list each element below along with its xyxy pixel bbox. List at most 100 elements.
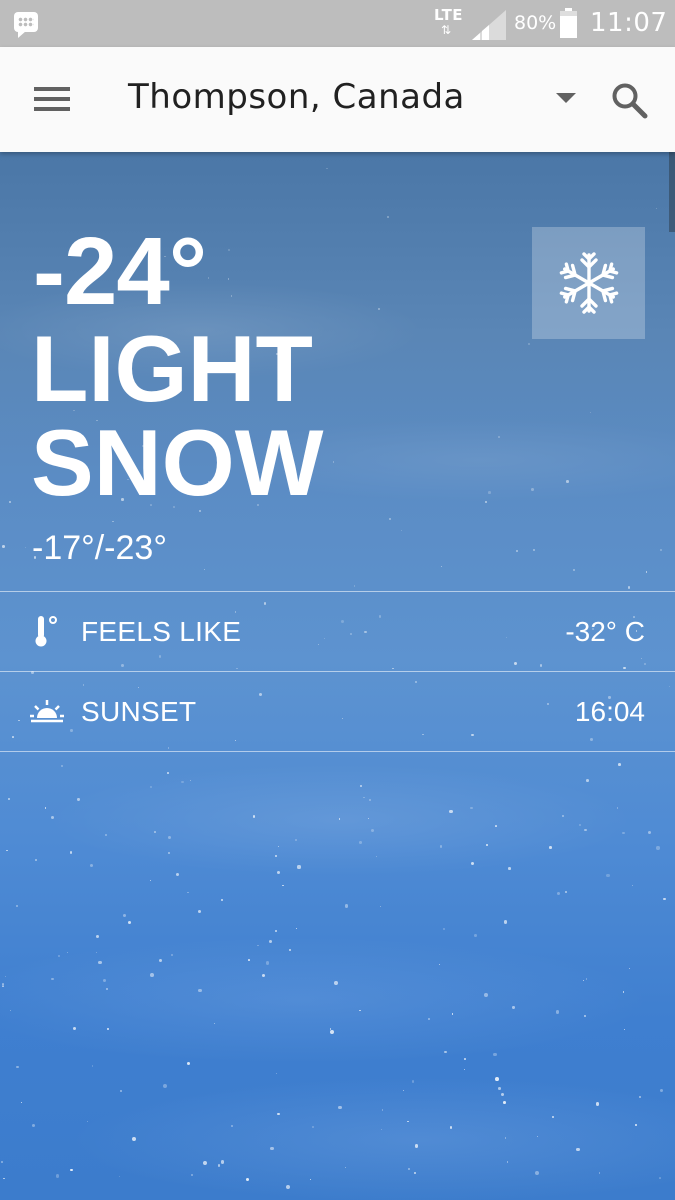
snow-sparkle (584, 1015, 587, 1018)
snow-sparkle (277, 871, 281, 875)
snow-sparkle (227, 248, 230, 251)
network-type: LTE (434, 6, 464, 24)
snow-sparkle (616, 807, 619, 809)
snow-sparkle (451, 1013, 453, 1015)
high-low-temperature: -17°/-23° (32, 529, 167, 567)
snow-sparkle (5, 975, 7, 977)
snow-sparkle (621, 831, 625, 835)
snow-sparkle (536, 1135, 538, 1137)
feels-like-value: -32° C (565, 616, 645, 647)
snow-sparkle (104, 834, 108, 837)
snow-sparkle (217, 1164, 221, 1167)
snow-sparkle (413, 1171, 417, 1175)
snow-sparkle (1, 1161, 4, 1164)
snow-sparkle (561, 814, 564, 817)
snow-sparkle (170, 953, 173, 956)
snow-sparkle (167, 772, 170, 774)
snow-sparkle (506, 1161, 508, 1163)
snow-sparkle (635, 1124, 638, 1127)
snow-sparkle (167, 851, 170, 854)
snow-sparkle (515, 549, 519, 553)
snow-sparkle (309, 1179, 311, 1181)
snow-sparkle (533, 548, 536, 551)
sunset-icon (30, 700, 64, 723)
snow-sparkle (622, 991, 625, 993)
snow-sparkle (659, 1176, 661, 1179)
data-activity-icon: ⇅ (441, 23, 452, 37)
snow-sparkle (8, 500, 11, 504)
snow-sparkle (175, 872, 180, 877)
dropdown-arrow-icon[interactable] (556, 93, 576, 103)
snow-sparkle (168, 835, 172, 839)
snow-sparkle (105, 987, 109, 991)
snow-sparkle (186, 891, 189, 894)
snow-sparkle (598, 1171, 601, 1174)
condition-line-2: SNOW (31, 410, 324, 515)
snow-sparkle (493, 1053, 497, 1057)
snow-sparkle (186, 1062, 191, 1066)
snow-sparkle (359, 1009, 361, 1011)
snow-sparkle (551, 1115, 554, 1118)
snow-sparkle (112, 520, 114, 523)
snow-sparkle (89, 863, 93, 868)
snow-sparkle (329, 1027, 332, 1030)
snow-sparkle (497, 1087, 501, 1090)
thermometer-icon (35, 616, 57, 647)
location-title[interactable]: Thompson, Canada (128, 77, 465, 117)
snow-sparkle (128, 921, 132, 925)
snow-sparkle (50, 815, 55, 820)
snow-sparkle (582, 979, 585, 982)
snow-sparkle (531, 488, 535, 492)
snow-sparkle (595, 1102, 600, 1106)
snow-sparkle (470, 861, 474, 865)
snow-sparkle (20, 1101, 22, 1103)
snow-sparkle (400, 529, 402, 532)
snow-sparkle (360, 785, 363, 788)
snow-sparkle (190, 780, 192, 782)
snow-sparkle (527, 342, 531, 346)
snow-sparkle (503, 920, 508, 924)
snow-sparkle (282, 885, 284, 887)
snow-sparkle (252, 815, 256, 818)
snow-sparkle (449, 809, 453, 814)
snow-sparkle (103, 978, 107, 982)
hamburger-menu-icon[interactable] (34, 87, 72, 113)
snow-sparkle (440, 565, 443, 568)
snow-sparkle (132, 1136, 137, 1141)
snow-sparkle (221, 899, 223, 901)
snow-sparkle (277, 846, 279, 848)
snow-sparkle (270, 1146, 275, 1151)
snow-sparkle (438, 963, 441, 966)
condition-text: LIGHT SNOW (31, 322, 391, 510)
snow-sparkle (55, 1174, 60, 1179)
snow-sparkle (16, 1065, 19, 1069)
snow-sparkle (203, 1160, 208, 1165)
snow-sparkle (69, 851, 72, 854)
snow-sparkle (512, 1006, 515, 1009)
snow-sparkle (70, 1168, 73, 1172)
snow-sparkle (375, 856, 378, 858)
snow-sparkle (297, 865, 301, 869)
snow-sparkle (444, 1050, 447, 1054)
snow-sparkle (265, 961, 269, 965)
search-icon[interactable] (610, 81, 650, 121)
snow-sparkle (566, 480, 569, 483)
app-bar: Thompson, Canada (0, 47, 675, 152)
snow-sparkle (34, 858, 37, 861)
snow-sparkle (386, 216, 389, 219)
snow-sparkle (585, 977, 588, 980)
snow-sparkle (639, 1096, 642, 1099)
snow-sparkle (370, 828, 375, 833)
scrollbar-thumb[interactable] (669, 152, 675, 232)
snow-sparkle (368, 798, 372, 802)
snow-sparkle (2, 983, 5, 986)
snow-sparkle (248, 959, 251, 962)
snow-sparkle (618, 762, 621, 766)
snow-sparkle (286, 1185, 291, 1190)
snow-sparkle (311, 1125, 314, 1128)
snow-sparkle (362, 796, 365, 799)
snow-sparkle (344, 1166, 346, 1168)
condition-icon-tile[interactable] (532, 227, 645, 339)
signal-strength-icon (472, 10, 506, 40)
snow-sparkle (197, 909, 202, 914)
